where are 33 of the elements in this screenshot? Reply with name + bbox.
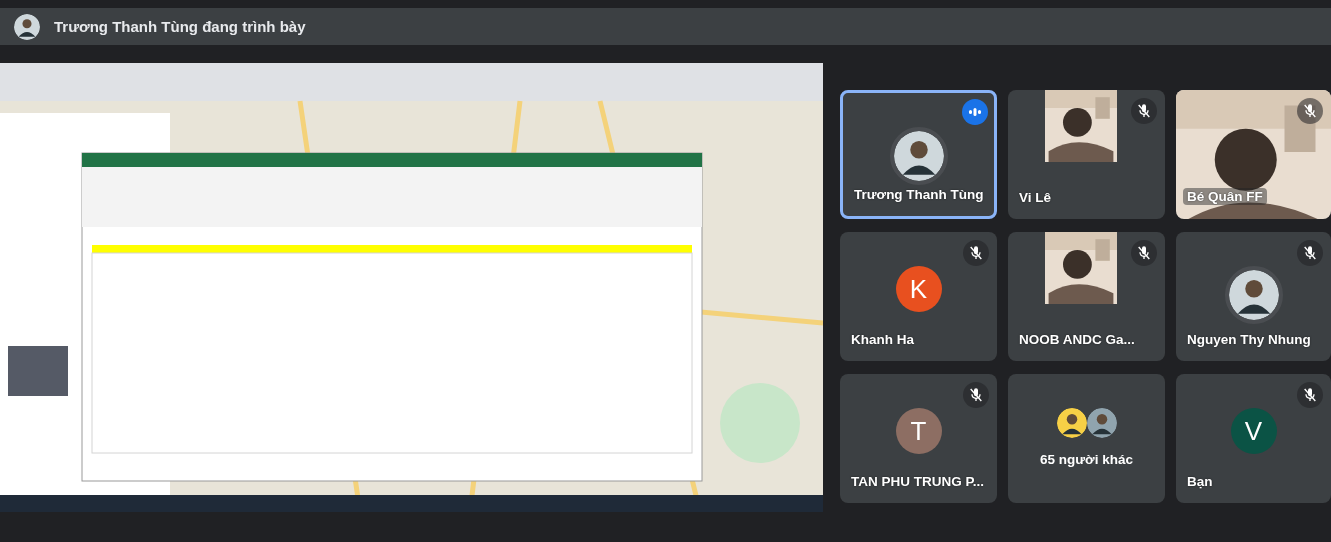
participant-name: Khanh Ha [851, 332, 914, 347]
participant-name: Nguyen Thy Nhung [1187, 332, 1311, 347]
avatar [1224, 266, 1283, 324]
mic-off-icon [1302, 245, 1318, 261]
mic-off-icon [1136, 245, 1152, 261]
avatar: K [895, 266, 942, 312]
participant-tile[interactable]: K Khanh Ha [840, 232, 997, 361]
participant-tile[interactable]: Trương Thanh Tùng [840, 90, 997, 219]
mic-off-icon [1136, 103, 1152, 119]
avatar-icon [1056, 408, 1087, 438]
participant-tile[interactable]: T TAN PHU TRUNG P... [840, 374, 997, 503]
participant-name: Trương Thanh Tùng [854, 187, 984, 202]
participant-name: TAN PHU TRUNG P... [851, 474, 984, 489]
participant-tile[interactable]: Vi Lê [1008, 90, 1165, 219]
avatar: T [895, 408, 942, 454]
avatar [14, 13, 40, 40]
mic-off-icon [968, 387, 984, 403]
participant-tile[interactable]: NOOB ANDC Ga... [1008, 232, 1165, 361]
participant-name: 65 người khác [1039, 452, 1134, 467]
mic-off-icon [1302, 387, 1318, 403]
avatar-icon [1086, 408, 1117, 438]
presenter-title: Trương Thanh Tùng đang trình bày [54, 18, 306, 35]
avatar: V [1230, 408, 1277, 454]
participant-tile[interactable]: V Bạn [1176, 374, 1331, 503]
mic-off-icon [968, 245, 984, 261]
avatar [889, 127, 948, 185]
participant-name: Vi Lê [1019, 190, 1052, 205]
participant-tile[interactable]: Nguyen Thy Nhung [1176, 232, 1331, 361]
participant-tile[interactable]: 65 người khác [1008, 374, 1165, 503]
mic-off-icon [1302, 103, 1318, 119]
participant-name: Bé Quân FF [1183, 188, 1267, 205]
participant-name: Bạn [1187, 474, 1213, 489]
participant-name: NOOB ANDC Ga... [1019, 332, 1135, 347]
